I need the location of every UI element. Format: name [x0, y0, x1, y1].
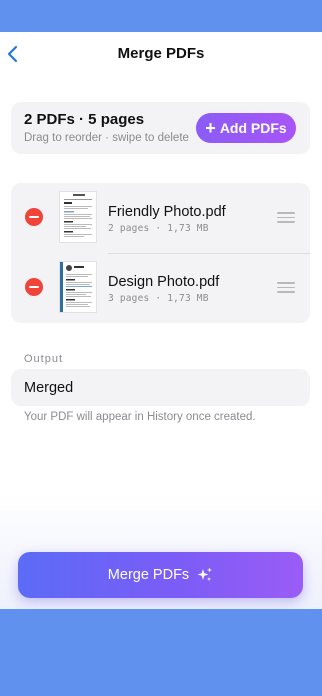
file-list: Friendly Photo.pdf 2 pages · 1,73 MB Des… — [11, 183, 310, 323]
pdf-thumbnail — [59, 261, 97, 313]
document-preview-icon — [60, 262, 92, 312]
navigation-bar: Merge PDFs — [0, 32, 322, 76]
file-name: Design Photo.pdf — [108, 274, 220, 290]
pdf-thumbnail — [59, 191, 97, 243]
summary-card: 2 PDFs · 5 pages Drag to reorder · swipe… — [11, 102, 310, 154]
file-name: Friendly Photo.pdf — [108, 204, 226, 220]
page-title: Merge PDFs — [117, 45, 205, 62]
drag-handle-icon[interactable] — [277, 212, 295, 224]
add-pdfs-label: Add PDFs — [219, 120, 287, 136]
merge-pdfs-button[interactable]: Merge PDFs — [18, 552, 303, 598]
file-meta: 2 pages · 1,73 MB — [108, 223, 209, 234]
remove-file-button[interactable] — [25, 208, 43, 226]
list-item[interactable]: Friendly Photo.pdf 2 pages · 1,73 MB — [11, 183, 310, 253]
output-hint: Your PDF will appear in History once cre… — [24, 411, 256, 423]
list-item[interactable]: Design Photo.pdf 3 pages · 1,73 MB — [11, 253, 310, 323]
summary-title: 2 PDFs · 5 pages — [24, 111, 145, 128]
bottom-frame-area — [0, 609, 322, 696]
remove-file-button[interactable] — [25, 278, 43, 296]
add-pdfs-button[interactable]: + Add PDFs — [196, 113, 296, 143]
output-name-field[interactable]: Merged — [11, 369, 310, 406]
file-meta: 3 pages · 1,73 MB — [108, 293, 209, 304]
merge-pdfs-label: Merge PDFs — [107, 567, 190, 583]
merge-screen: Merge PDFs 2 PDFs · 5 pages Drag to reor… — [0, 32, 322, 609]
output-label: Output — [24, 353, 64, 365]
document-preview-icon — [64, 194, 92, 237]
sparkles-icon — [197, 567, 213, 583]
summary-subtitle: Drag to reorder · swipe to delete — [24, 132, 189, 144]
plus-icon: + — [205, 118, 216, 138]
status-bar-area — [0, 0, 322, 32]
drag-handle-icon[interactable] — [277, 282, 295, 294]
